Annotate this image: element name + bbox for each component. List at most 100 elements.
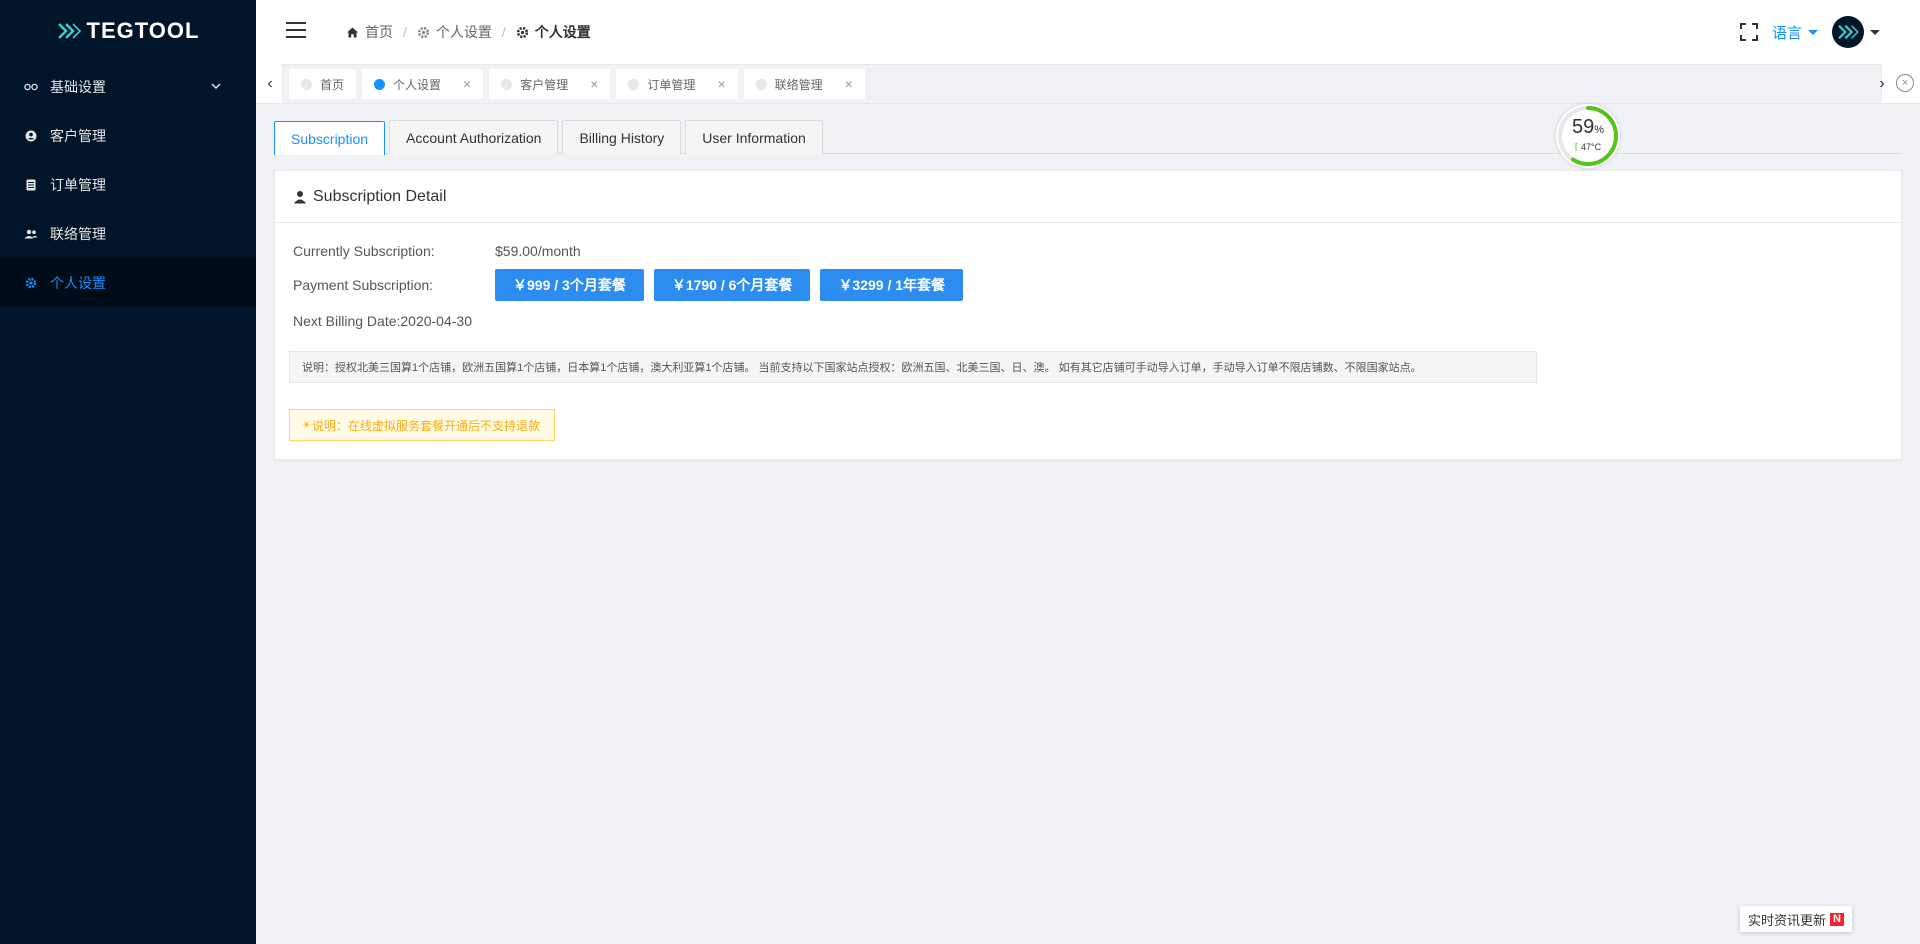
gauge-percent: 59% (1556, 116, 1620, 139)
refund-warning-text: 说明：在线虚拟服务套餐开通后不支持退款 (311, 418, 540, 433)
user-circle-icon (24, 129, 38, 143)
tab-customers[interactable]: 客户管理 × (489, 69, 611, 99)
thermometer-icon: ⌈ (1574, 142, 1579, 152)
plan-1-year-button[interactable]: ￥3299 / 1年套餐 (820, 269, 964, 301)
close-all-tabs-icon[interactable]: × (1896, 74, 1914, 92)
close-icon[interactable]: × (463, 76, 471, 92)
gear-icon (24, 276, 38, 290)
caret-down-icon (1870, 29, 1880, 35)
sidebar-item-label: 联络管理 (50, 225, 106, 242)
sidebar-item-label: 基础设置 (50, 78, 106, 95)
sidebar-item-label: 客户管理 (50, 127, 106, 144)
plan-6-month-button[interactable]: ￥1790 / 6个月套餐 (653, 269, 811, 301)
users-icon (24, 227, 38, 241)
payment-subscription-row: Payment Subscription: ￥999 / 3个月套餐 ￥1790… (289, 269, 1887, 301)
sidebar-item-orders[interactable]: 订单管理 (0, 160, 256, 209)
sidebar-item-customers[interactable]: 客户管理 (0, 111, 256, 160)
tab-billing-history[interactable]: Billing History (562, 120, 682, 154)
warning-icon: ☀ (302, 419, 311, 431)
gear-icon (417, 26, 430, 38)
gauge-temperature: ⌈ 47°C (1556, 142, 1620, 153)
sidebar-item-label: 个人设置 (50, 274, 106, 291)
card-title: Subscription Detail (313, 187, 447, 205)
breadcrumb: 首页 / 个人设置 / 个人设置 (346, 22, 591, 42)
tab-label: 联络管理 (774, 77, 823, 92)
tab-contacts[interactable]: 联络管理 × (743, 69, 865, 99)
breadcrumb-home[interactable]: 首页 (346, 22, 393, 42)
performance-gauge[interactable]: 59% ⌈ 47°C (1556, 104, 1620, 168)
infinity-icon (24, 80, 38, 94)
plan-3-month-button[interactable]: ￥999 / 3个月套餐 (495, 269, 644, 301)
card-body: Currently Subscription: $59.00/month Pay… (275, 223, 1901, 459)
news-label: 实时资讯更新 (1748, 912, 1827, 928)
payment-subscription-label: Payment Subscription: (293, 277, 434, 293)
gauge-temp-value: 47°C (1580, 142, 1602, 152)
subscription-tabs: Subscription Account Authorization Billi… (274, 120, 1902, 155)
tabs-scroll-right-icon[interactable]: › (1872, 68, 1892, 100)
tab-subscription[interactable]: Subscription (274, 121, 386, 155)
tab-orders[interactable]: 订单管理 × (616, 69, 738, 99)
brand-logo[interactable]: TEGTOOL (0, 0, 256, 62)
current-subscription-label: Currently Subscription: (293, 243, 435, 259)
brand-logo-icon (57, 23, 81, 39)
close-icon[interactable]: × (590, 76, 598, 92)
tab-personal-settings[interactable]: 个人设置 × (362, 69, 484, 99)
brand-name: TEGTOOL (86, 18, 200, 43)
breadcrumb-label: 个人设置 (435, 24, 492, 40)
language-dropdown[interactable]: 语言 (1772, 22, 1818, 43)
breadcrumb-label: 个人设置 (534, 24, 591, 40)
tab-account-authorization[interactable]: Account Authorization (389, 120, 559, 154)
tabs-bar: ‹ 首页 个人设置 × 客户管理 × 订单管理 × 联络管理 × › × (256, 64, 1920, 104)
sidebar-item-basic-settings[interactable]: 基础设置 (0, 62, 256, 111)
top-header: 首页 / 个人设置 / 个人设置 语言 (256, 0, 1920, 64)
document-icon (24, 178, 38, 192)
breadcrumb-separator: / (403, 24, 407, 40)
next-billing-date: Next Billing Date:2020-04-30 (293, 313, 472, 329)
tab-status-dot (628, 78, 640, 90)
refund-warning: ☀ 说明：在线虚拟服务套餐开通后不支持退款 (289, 409, 555, 441)
tab-status-dot (501, 78, 513, 90)
authorization-note: 说明：授权北美三国算1个店铺，欧洲五国算1个店铺，日本算1个店铺，澳大利亚算1个… (289, 351, 1537, 383)
tabs-list: 首页 个人设置 × 客户管理 × 订单管理 × 联络管理 × (282, 64, 1882, 104)
breadcrumb-settings[interactable]: 个人设置 (417, 22, 492, 42)
tab-status-dot (374, 78, 386, 90)
tab-label: 客户管理 (520, 77, 569, 92)
news-update-widget[interactable]: 实时资讯更新 N (1740, 906, 1852, 932)
caret-down-icon (1808, 29, 1818, 35)
user-icon (294, 190, 306, 203)
current-subscription-row: Currently Subscription: $59.00/month (289, 243, 1887, 259)
close-icon[interactable]: × (717, 76, 725, 92)
news-badge: N (1830, 912, 1844, 926)
tab-status-dot (301, 78, 312, 90)
sidebar: TEGTOOL 基础设置 客户管理 订单管理 联络管理 个人设置 (0, 0, 256, 944)
menu-toggle-icon[interactable] (286, 22, 306, 38)
header-actions: 语言 (1739, 16, 1880, 48)
tab-user-information[interactable]: User Information (685, 120, 823, 154)
language-label: 语言 (1771, 24, 1802, 42)
tabs-scroll-left-icon[interactable]: ‹ (260, 68, 280, 100)
tab-home[interactable]: 首页 (289, 69, 357, 99)
sidebar-item-contacts[interactable]: 联络管理 (0, 209, 256, 258)
breadcrumb-separator: / (501, 24, 506, 40)
avatar (1832, 16, 1864, 48)
card-header: Subscription Detail (275, 171, 1901, 223)
gauge-percent-unit: % (1594, 124, 1605, 136)
sidebar-item-personal-settings[interactable]: 个人设置 (0, 258, 256, 307)
tab-label: 个人设置 (393, 77, 442, 92)
chevron-down-icon (211, 83, 221, 90)
main-content: Subscription Account Authorization Billi… (274, 120, 1902, 460)
avatar-logo-icon (1838, 24, 1859, 40)
home-icon (347, 27, 358, 37)
tab-label: 订单管理 (647, 77, 696, 92)
user-menu[interactable] (1832, 16, 1880, 48)
sidebar-item-label: 订单管理 (50, 176, 106, 193)
gauge-percent-value: 59 (1571, 116, 1595, 138)
gear-icon (516, 26, 528, 38)
tab-status-dot (755, 78, 767, 90)
close-icon[interactable]: × (845, 76, 853, 92)
next-billing-row: Next Billing Date:2020-04-30 (289, 313, 1887, 329)
current-subscription-value: $59.00/month (495, 243, 581, 259)
breadcrumb-current: 个人设置 (516, 22, 591, 42)
fullscreen-icon[interactable] (1739, 23, 1758, 41)
sidebar-menu: 基础设置 客户管理 订单管理 联络管理 个人设置 (0, 62, 256, 307)
